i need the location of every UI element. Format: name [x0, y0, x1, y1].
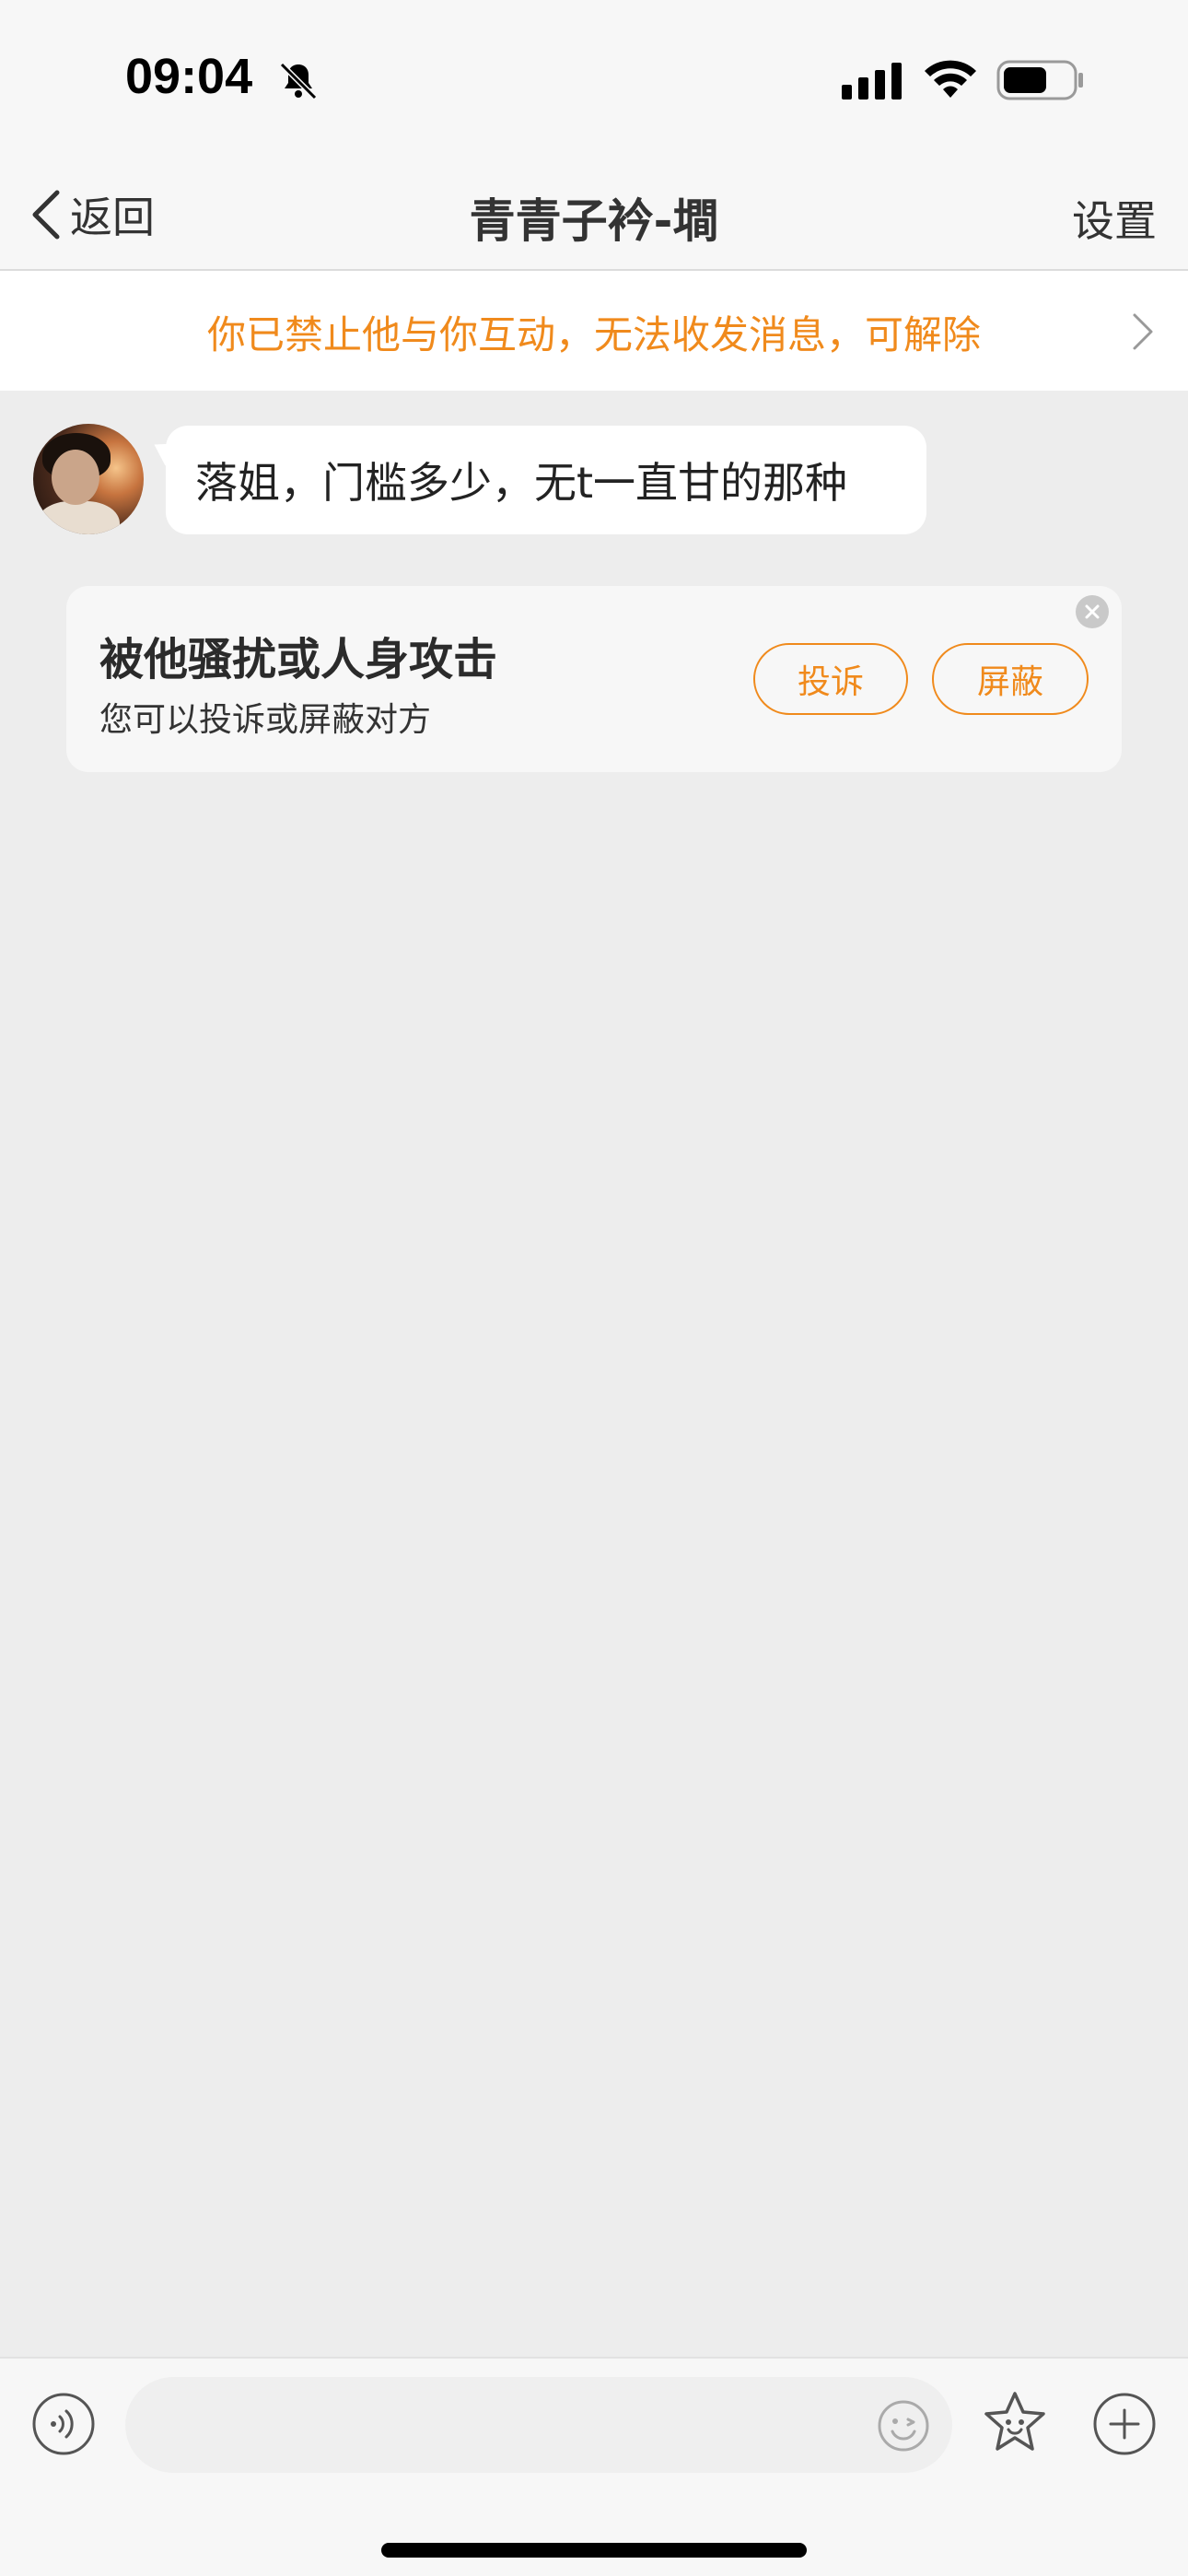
block-button[interactable]: 屏蔽	[932, 643, 1089, 715]
bell-slash-icon	[279, 62, 318, 100]
close-card-button[interactable]	[1076, 595, 1109, 628]
avatar[interactable]	[33, 424, 144, 534]
chat-title: 青青子衿-墹	[469, 194, 719, 248]
blocked-banner[interactable]: 你已禁止他与你互动，无法收发消息，可解除	[0, 271, 1188, 391]
home-indicator[interactable]	[381, 2543, 807, 2558]
message-input[interactable]	[125, 2377, 952, 2473]
sticker-icon[interactable]	[980, 2388, 1050, 2458]
report-button[interactable]: 投诉	[753, 643, 908, 715]
cellular-signal-icon	[842, 63, 902, 100]
blocked-banner-text: 你已禁止他与你互动，无法收发消息，可解除	[206, 312, 981, 357]
status-time: 09:04	[125, 49, 253, 104]
chevron-right-icon	[1133, 313, 1153, 350]
harassment-card-title: 被他骚扰或人身攻击	[99, 634, 498, 685]
harassment-card-subtitle: 您可以投诉或屏蔽对方	[99, 701, 432, 739]
nav-bar: 返回 青青子衿-墹 设置	[0, 157, 1188, 271]
message-text: 落姐，门槛多少，无t一直甘的那种	[195, 458, 848, 508]
emoji-icon[interactable]	[877, 2399, 930, 2453]
battery-icon	[996, 60, 1083, 100]
status-bar: 09:04	[0, 0, 1188, 157]
voice-icon[interactable]	[31, 2392, 96, 2456]
plus-icon[interactable]	[1092, 2392, 1157, 2456]
close-icon	[1085, 604, 1100, 619]
message-bubble[interactable]: 落姐，门槛多少，无t一直甘的那种	[166, 426, 926, 534]
wifi-icon	[925, 60, 976, 98]
settings-button[interactable]: 设置	[1072, 188, 1157, 249]
harassment-card: 被他骚扰或人身攻击 您可以投诉或屏蔽对方 投诉 屏蔽	[66, 586, 1122, 772]
